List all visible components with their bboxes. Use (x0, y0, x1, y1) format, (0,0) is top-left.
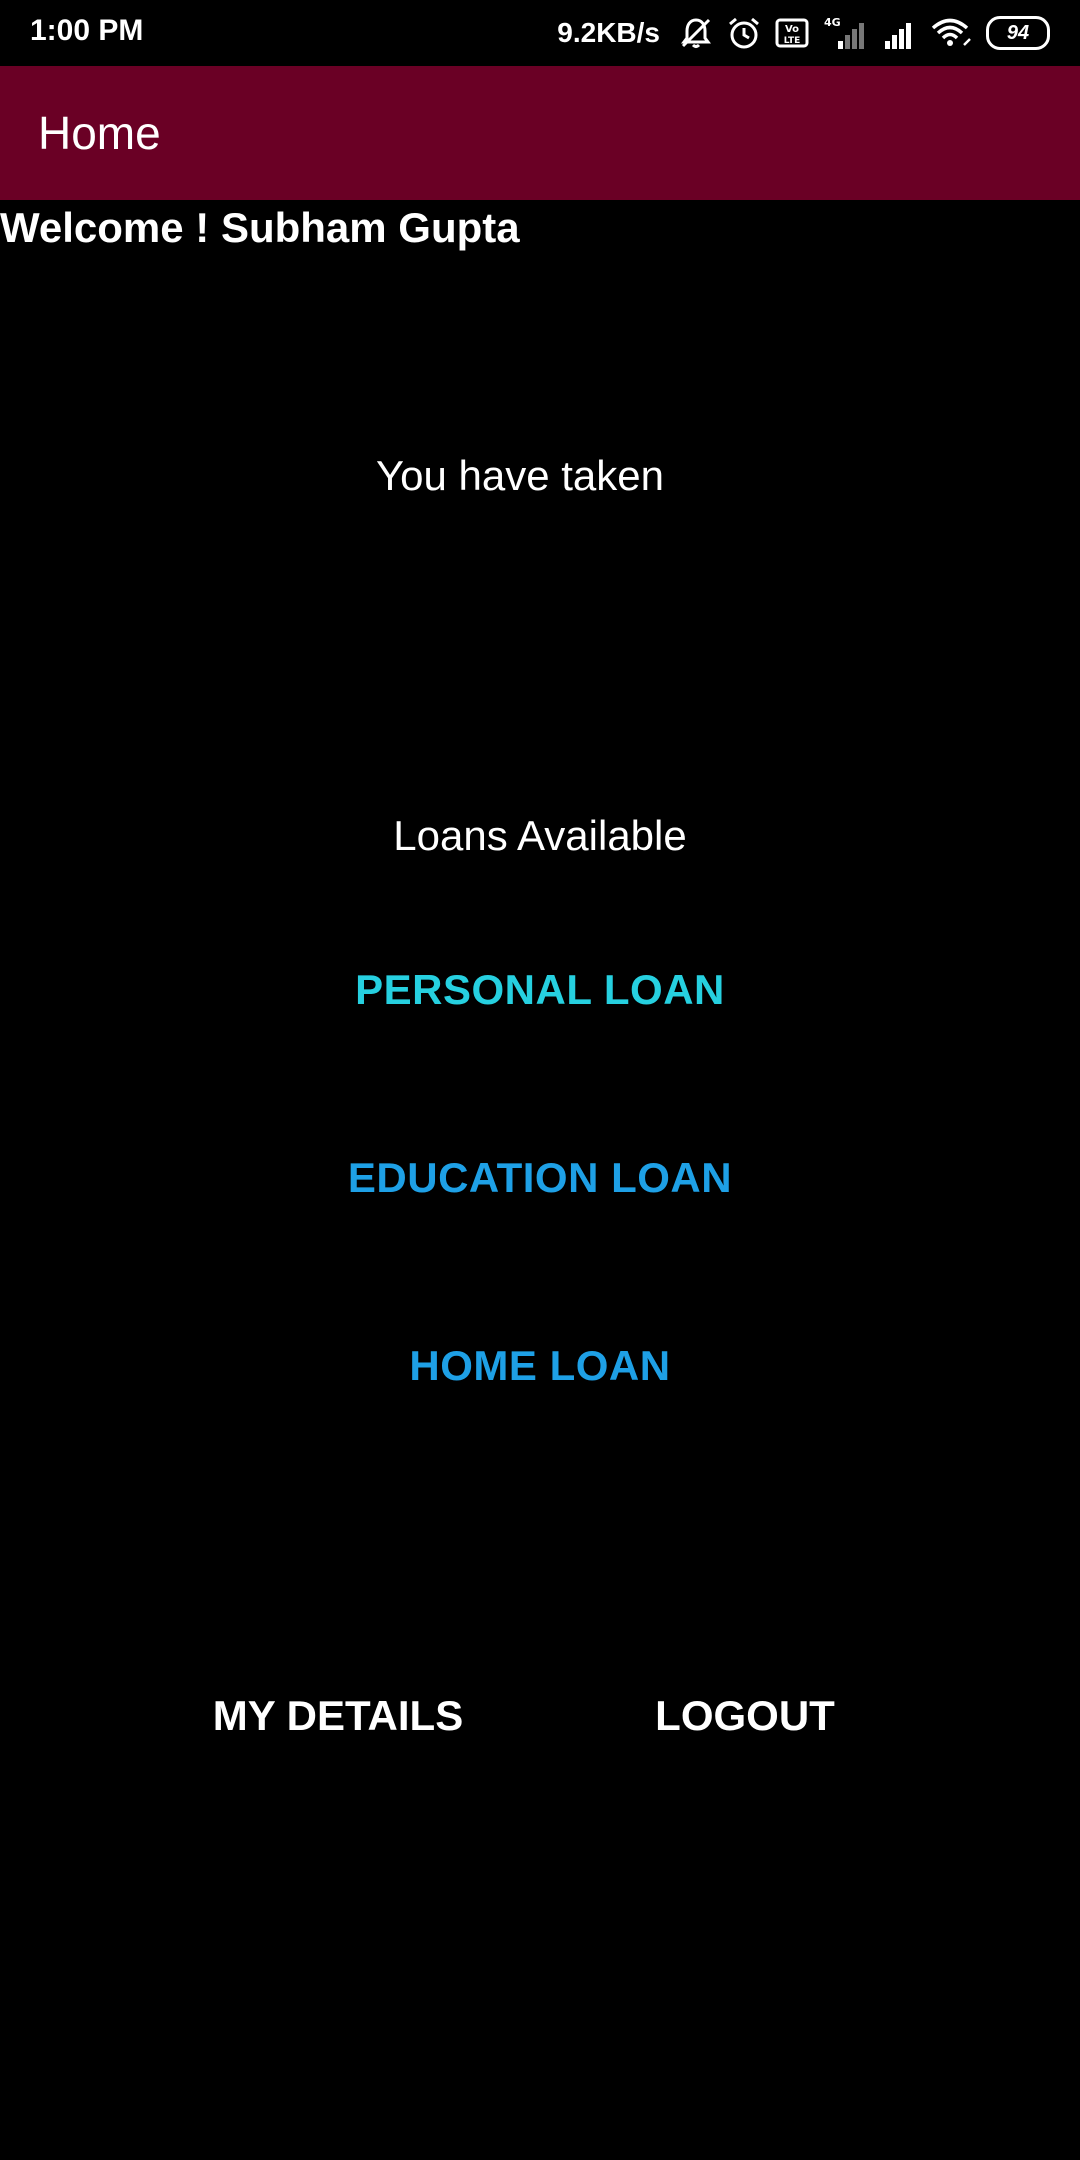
my-details-button[interactable]: MY DETAILS (178, 1692, 498, 1740)
education-loan-button[interactable]: EDUCATION LOAN (0, 1154, 1080, 1202)
status-time: 1:00 PM (30, 14, 144, 47)
svg-text:Vo: Vo (785, 24, 799, 35)
battery-icon: 94 (986, 16, 1050, 50)
volte-icon: Vo LTE (774, 15, 810, 51)
alarm-icon (726, 15, 762, 51)
wifi-icon (930, 15, 974, 51)
svg-text:4G: 4G (824, 16, 841, 29)
mute-icon (678, 15, 714, 51)
app-bar: Home (0, 66, 1080, 200)
home-screen: 1:00 PM 9.2KB/s Vo LTE 4G 94 Home Welcom… (0, 0, 1080, 2160)
network-speed: 9.2KB/s (557, 17, 660, 48)
home-loan-button[interactable]: HOME LOAN (0, 1342, 1080, 1390)
battery-level: 94 (1006, 21, 1030, 44)
personal-loan-button[interactable]: PERSONAL LOAN (0, 966, 1080, 1014)
svg-text:LTE: LTE (784, 36, 801, 46)
loans-taken-label: You have taken (375, 452, 665, 499)
status-bar: 1:00 PM 9.2KB/s Vo LTE 4G 94 (0, 0, 1080, 66)
status-icons: 9.2KB/s Vo LTE 4G 94 (557, 12, 1050, 54)
signal-icon (882, 15, 918, 51)
page-title: Home (38, 107, 161, 159)
loans-available-heading: Loans Available (393, 812, 687, 859)
signal-icon: 4G (822, 15, 870, 51)
logout-button[interactable]: LOGOUT (630, 1692, 860, 1740)
welcome-text: Welcome ! Subham Gupta (0, 204, 520, 251)
